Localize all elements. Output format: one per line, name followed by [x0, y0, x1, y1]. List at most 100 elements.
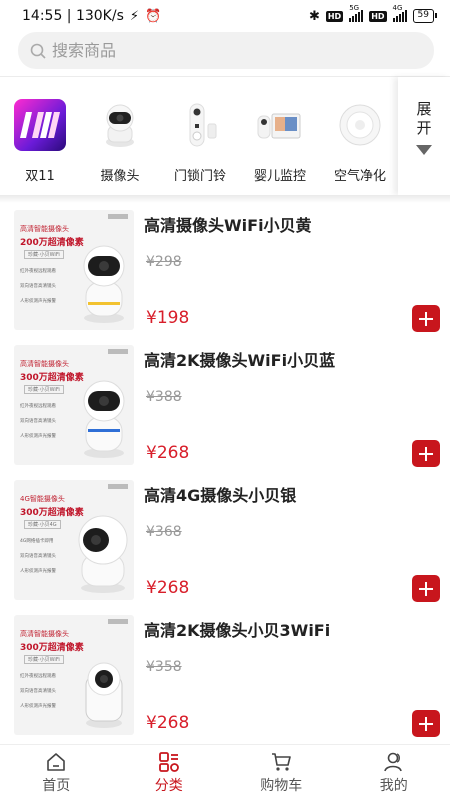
thumb-bullet: 双向语音高清镜头: [20, 689, 56, 694]
thumb-bullet: 红外夜视远程观看: [20, 269, 56, 274]
profile-icon: [383, 752, 402, 772]
product-title[interactable]: 高清2K摄像头WiFi小贝蓝: [144, 347, 335, 371]
thumb-line1: 高清智能摄像头: [20, 225, 69, 233]
status-bar: 14:55 | 130K/s ⚡ ⏰ ✱ HD 5G HD 4G 59: [0, 0, 450, 32]
product-item[interactable]: 高清智能摄像头 200万超清像素 珍藏·小贝WiFi 红外夜视远程观看 双向语音…: [0, 200, 450, 335]
alarm-icon: ⏰: [145, 8, 162, 24]
search-input[interactable]: [52, 41, 412, 60]
category-label: 婴儿监控: [253, 169, 306, 184]
category-camera[interactable]: 摄像头: [80, 77, 160, 195]
product-original-price: ¥388: [146, 389, 182, 405]
thumb-line1: 高清智能摄像头: [20, 630, 69, 638]
product-title[interactable]: 高清摄像头WiFi小贝黄: [144, 212, 312, 236]
expand-label: 展开: [414, 101, 433, 139]
tab-category[interactable]: 分类: [113, 745, 226, 800]
baby-monitor-icon: [254, 99, 306, 151]
product-price: ¥268: [146, 578, 190, 598]
add-to-cart-button[interactable]: [412, 575, 440, 602]
product-original-price: ¥368: [146, 524, 182, 540]
time-speed-text: 14:55 | 130K/s: [22, 8, 124, 24]
doorbell-icon: [174, 99, 226, 151]
double11-logo-icon: [14, 99, 66, 151]
triangle-down-icon: [416, 145, 432, 155]
plus-icon: [419, 311, 433, 326]
home-icon: [47, 753, 66, 771]
search-bar[interactable]: [18, 32, 434, 69]
hd-badge-1: HD: [325, 10, 344, 22]
thumb-tag: 珍藏·小贝WiFi: [24, 655, 64, 664]
product-image: 高清智能摄像头 300万超清像素 珍藏·小贝WiFi 红外夜视远程观看 双向语音…: [14, 615, 134, 735]
camera-icon: [94, 99, 146, 151]
product-price: ¥198: [146, 308, 190, 328]
product-image: 高清智能摄像头 300万超清像素 珍藏·小贝WiFi 红外夜视远程观看 双向语音…: [14, 345, 134, 465]
thumb-line2: 300万超清像素: [20, 643, 84, 653]
thumb-line2: 300万超清像素: [20, 508, 84, 518]
thumb-tag: 珍藏·小贝WiFi: [24, 385, 64, 394]
air-purifier-icon: [334, 99, 386, 151]
signal-5g-label: 5G: [349, 4, 360, 12]
thumb-line1: 高清智能摄像头: [20, 360, 69, 368]
category-double11[interactable]: 双11: [0, 77, 80, 195]
thumb-line1: 4G智能摄像头: [20, 495, 65, 503]
cart-icon: [272, 753, 292, 771]
plus-icon: [419, 716, 433, 731]
product-image: 高清智能摄像头 200万超清像素 珍藏·小贝WiFi 红外夜视远程观看 双向语音…: [14, 210, 134, 330]
thumb-bullet: 双向语音高清镜头: [20, 554, 56, 559]
tab-home[interactable]: 首页: [0, 745, 113, 800]
tab-label: 我的: [379, 778, 408, 794]
tab-cart[interactable]: 购物车: [225, 745, 338, 800]
product-image: 4G智能摄像头 300万超清像素 珍藏·小贝4G 4G网络插卡即用 双向语音高清…: [14, 480, 134, 600]
product-price: ¥268: [146, 443, 190, 463]
category-doorbell[interactable]: 门锁门铃: [160, 77, 240, 195]
category-icon: [158, 752, 179, 772]
tab-label: 购物车: [260, 778, 303, 794]
add-to-cart-button[interactable]: [412, 710, 440, 737]
thumb-bullet: 人形侦测声光报警: [20, 299, 56, 304]
thumb-bullet: 人形侦测声光报警: [20, 569, 56, 574]
thumb-tag: 珍藏·小贝4G: [24, 520, 61, 529]
bluetooth-icon: ✱: [308, 8, 320, 24]
add-to-cart-button[interactable]: [412, 305, 440, 332]
signal-4g-label: 4G: [392, 4, 403, 12]
thumb-line2: 200万超清像素: [20, 238, 84, 248]
expand-categories-button[interactable]: 展开: [398, 77, 450, 195]
camera-product-icon: [83, 245, 125, 323]
thumb-line2: 300万超清像素: [20, 373, 84, 383]
tab-label: 分类: [154, 778, 183, 794]
product-price: ¥268: [146, 713, 190, 733]
category-air-purifier[interactable]: 空气净化: [320, 77, 400, 195]
category-label: 双11: [25, 169, 55, 184]
category-label: 门锁门铃: [173, 169, 226, 184]
category-strip: 双11 摄像头 门锁门铃 婴儿监控 空气净化 展开: [0, 77, 450, 195]
product-original-price: ¥358: [146, 659, 182, 675]
network-speed-icon: ⚡: [129, 8, 140, 24]
thumb-bullet: 双向语音高清镜头: [20, 284, 56, 289]
thumb-bullet: 红外夜视远程观看: [20, 404, 56, 409]
thumb-tag: 珍藏·小贝WiFi: [24, 250, 64, 259]
search-icon: [30, 43, 46, 59]
camera-product-icon: [78, 515, 128, 593]
product-item[interactable]: 高清智能摄像头 300万超清像素 珍藏·小贝WiFi 红外夜视远程观看 双向语音…: [0, 605, 450, 740]
product-original-price: ¥298: [146, 254, 182, 270]
category-baby-monitor[interactable]: 婴儿监控: [240, 77, 320, 195]
thumb-bullet: 人形侦测声光报警: [20, 704, 56, 709]
tab-label: 首页: [42, 778, 71, 794]
plus-icon: [419, 446, 433, 461]
thumb-bullet: 4G网络插卡即用: [20, 539, 54, 544]
add-to-cart-button[interactable]: [412, 440, 440, 467]
product-item[interactable]: 高清智能摄像头 300万超清像素 珍藏·小贝WiFi 红外夜视远程观看 双向语音…: [0, 335, 450, 470]
bottom-tab-bar: 首页 分类 购物车 我的: [0, 744, 450, 800]
camera-product-icon: [83, 380, 125, 458]
signal-4g-icon: 4G: [392, 4, 407, 22]
product-title[interactable]: 高清2K摄像头小贝3WiFi: [144, 617, 330, 641]
product-item[interactable]: 4G智能摄像头 300万超清像素 珍藏·小贝4G 4G网络插卡即用 双向语音高清…: [0, 470, 450, 605]
thumb-bullet: 双向语音高清镜头: [20, 419, 56, 424]
plus-icon: [419, 581, 433, 596]
thumb-bullet: 人形侦测声光报警: [20, 434, 56, 439]
camera-product-icon: [85, 662, 123, 728]
tab-profile[interactable]: 我的: [338, 745, 450, 800]
hd-badge-2: HD: [369, 10, 387, 22]
product-title[interactable]: 高清4G摄像头小贝银: [144, 482, 296, 506]
thumb-bullet: 红外夜视远程观看: [20, 674, 56, 679]
battery-icon: 59: [412, 9, 438, 23]
